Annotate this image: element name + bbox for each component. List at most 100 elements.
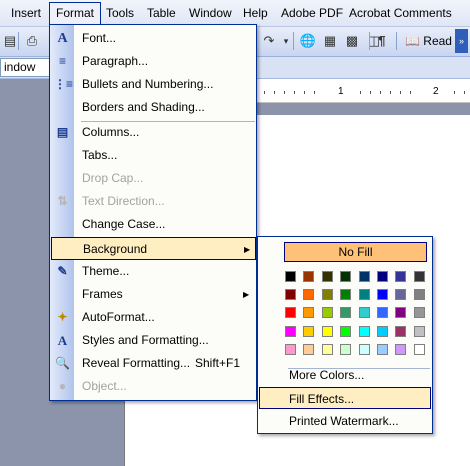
- color-swatch[interactable]: [321, 271, 333, 282]
- color-swatch[interactable]: [377, 271, 388, 282]
- color-swatch[interactable]: [285, 343, 296, 355]
- color-swatch[interactable]: [358, 307, 370, 319]
- color-swatch[interactable]: [413, 343, 425, 355]
- menu-adobe-pdf[interactable]: Adobe PDF: [274, 2, 350, 24]
- style-dropdown[interactable]: indow: [0, 58, 54, 77]
- menu-item-label: Font...: [82, 31, 117, 45]
- color-swatch[interactable]: [321, 343, 333, 355]
- ruler-tick: [410, 91, 411, 94]
- color-swatch[interactable]: [303, 325, 315, 337]
- color-swatch[interactable]: [395, 343, 407, 355]
- menu-item-font[interactable]: A Font...: [51, 27, 256, 50]
- more-colors-item[interactable]: More Colors...: [259, 364, 431, 386]
- color-swatch[interactable]: [340, 325, 352, 337]
- color-swatch[interactable]: [285, 289, 296, 301]
- toolbar-separator: [293, 32, 294, 50]
- color-swatch[interactable]: [395, 289, 407, 301]
- color-swatch[interactable]: [377, 289, 388, 301]
- color-swatch[interactable]: [340, 289, 352, 301]
- menu-item-object: ● Object...: [51, 375, 256, 398]
- menu-tools[interactable]: Tools: [99, 2, 141, 24]
- color-swatch[interactable]: [377, 325, 388, 337]
- format-menu: A Font... ≡ Paragraph... ⋮≡ Bullets and …: [49, 24, 257, 401]
- color-swatch[interactable]: [285, 325, 296, 337]
- color-swatch[interactable]: [395, 307, 407, 319]
- ruler-tick: [314, 91, 315, 94]
- menu-item-bullets-and-numbering[interactable]: ⋮≡ Bullets and Numbering...: [51, 73, 256, 96]
- color-swatch[interactable]: [285, 271, 296, 282]
- color-swatch[interactable]: [303, 289, 315, 301]
- menu-item-label: Borders and Shading...: [82, 100, 205, 114]
- object-icon: ●: [58, 379, 67, 393]
- menu-item-background[interactable]: Background ▶: [51, 237, 256, 260]
- menu-item-label: Frames: [82, 287, 123, 301]
- reveal-formatting-icon: 🔍: [55, 356, 70, 370]
- menu-acrobat-comments[interactable]: Acrobat Comments: [342, 2, 459, 24]
- color-swatch[interactable]: [321, 307, 333, 319]
- color-swatch[interactable]: [340, 307, 352, 319]
- toolbar-separator: [369, 32, 370, 50]
- color-swatch[interactable]: [303, 343, 315, 355]
- save-icon[interactable]: ▤: [0, 31, 20, 51]
- color-swatch[interactable]: [413, 289, 425, 301]
- ruler-tick: [264, 91, 265, 94]
- color-swatch[interactable]: [358, 325, 370, 337]
- color-swatch[interactable]: [413, 271, 425, 282]
- menu-help[interactable]: Help: [236, 2, 275, 24]
- color-swatch[interactable]: [358, 343, 370, 355]
- print-icon[interactable]: ⎙: [22, 31, 42, 51]
- ruler-tick: [380, 91, 381, 94]
- color-swatch[interactable]: [358, 271, 370, 282]
- no-fill-button[interactable]: No Fill: [284, 242, 427, 262]
- text-direction-icon: ⇅: [57, 194, 68, 208]
- bullets-icon: ⋮≡: [54, 77, 74, 91]
- ruler-number: 2: [433, 86, 439, 97]
- color-palette: [285, 271, 427, 361]
- printed-watermark-item[interactable]: Printed Watermark...: [259, 410, 431, 432]
- menu-item-styles-and-formatting[interactable]: A Styles and Formatting...: [51, 329, 256, 352]
- menu-item-paragraph[interactable]: ≡ Paragraph...: [51, 50, 256, 73]
- color-swatch[interactable]: [377, 343, 388, 355]
- hyperlink-icon[interactable]: 🌐: [298, 31, 318, 51]
- menu-item-label: Change Case...: [82, 217, 166, 231]
- color-swatch[interactable]: [395, 325, 407, 337]
- read-book-icon: 📖: [405, 34, 420, 48]
- menu-item-theme[interactable]: ✎ Theme...: [51, 260, 256, 283]
- ruler-tick: [464, 91, 465, 94]
- read-button[interactable]: 📖 Read: [405, 31, 452, 51]
- excel-table-icon[interactable]: ▩: [342, 31, 362, 51]
- color-swatch[interactable]: [303, 307, 315, 319]
- menu-item-label: Styles and Formatting...: [82, 333, 209, 347]
- color-swatch[interactable]: [340, 271, 352, 282]
- color-swatch[interactable]: [377, 307, 388, 319]
- paragraph-mark-icon[interactable]: ¶: [372, 31, 392, 51]
- menu-format[interactable]: Format: [49, 2, 102, 24]
- color-swatch[interactable]: [395, 271, 407, 282]
- color-swatch[interactable]: [358, 289, 370, 301]
- menu-item-frames[interactable]: Frames ▶: [51, 283, 256, 306]
- color-swatch[interactable]: [340, 343, 352, 355]
- color-swatch[interactable]: [413, 307, 425, 319]
- menu-item-reveal-formatting[interactable]: 🔍 Reveal Formatting... Shift+F1: [51, 352, 256, 375]
- color-swatch[interactable]: [321, 325, 333, 337]
- toolbar-separator: [18, 32, 19, 50]
- table-icon[interactable]: ▦: [320, 31, 340, 51]
- menu-item-label: Reveal Formatting...: [82, 356, 191, 370]
- menu-item-change-case[interactable]: Change Case...: [51, 213, 256, 236]
- menu-item-columns[interactable]: ▤ Columns...: [51, 121, 256, 144]
- menu-window[interactable]: Window: [182, 2, 239, 24]
- fill-effects-item[interactable]: Fill Effects...: [259, 387, 431, 409]
- color-swatch[interactable]: [413, 325, 425, 337]
- color-swatch[interactable]: [321, 289, 333, 301]
- menu-item-borders-and-shading[interactable]: Borders and Shading...: [51, 96, 256, 119]
- color-swatch[interactable]: [285, 307, 296, 319]
- menu-table[interactable]: Table: [140, 2, 183, 24]
- menu-item-label: Text Direction...: [82, 194, 165, 208]
- menu-item-tabs[interactable]: Tabs...: [51, 144, 256, 167]
- toolbar-options-icon[interactable]: »: [455, 29, 468, 53]
- color-swatch[interactable]: [303, 271, 315, 282]
- menu-insert[interactable]: Insert: [4, 2, 48, 24]
- columns-icon: ▤: [56, 125, 69, 139]
- menu-item-autoformat[interactable]: ✦ AutoFormat...: [51, 306, 256, 329]
- menu-item-label: Object...: [82, 379, 127, 393]
